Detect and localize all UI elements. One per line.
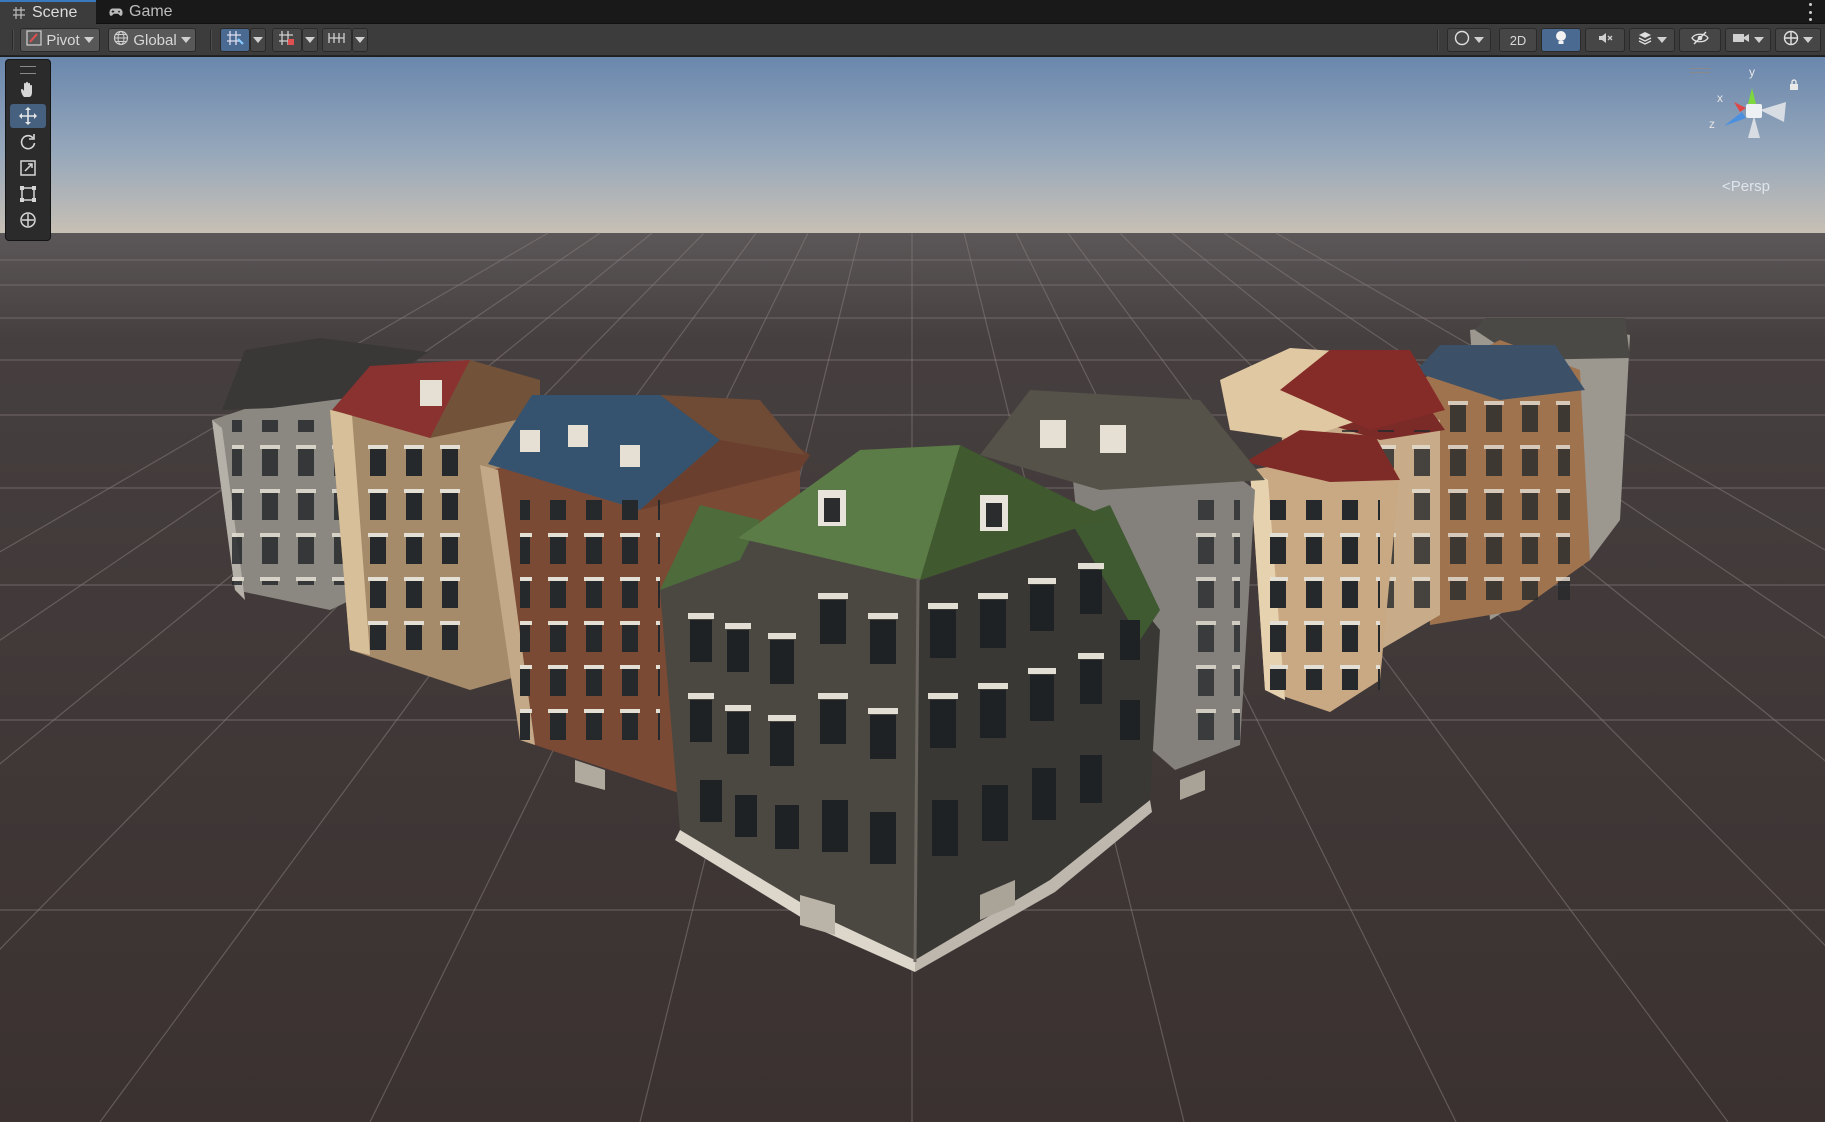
chevron-down-icon — [1754, 37, 1764, 43]
separator — [12, 30, 13, 50]
grid-visibility-button[interactable] — [272, 28, 302, 52]
increment-snap-button[interactable] — [322, 28, 352, 52]
sky — [0, 57, 1825, 234]
tools-overlay — [5, 59, 51, 241]
rotate-tool[interactable] — [10, 130, 46, 154]
shading-sphere-icon — [1454, 30, 1470, 50]
separator — [1437, 30, 1438, 50]
tab-game[interactable]: Game — [97, 0, 185, 24]
gizmo-y-axis[interactable] — [1748, 88, 1756, 104]
grid-snap-icon — [226, 30, 244, 50]
audio-toggle[interactable] — [1585, 28, 1625, 52]
scene-viewport[interactable]: y x z <Persp — [0, 57, 1825, 1122]
layers-icon — [1637, 30, 1653, 50]
globe-icon — [113, 30, 129, 50]
more-options-icon[interactable] — [1807, 3, 1813, 21]
lightbulb-icon — [1554, 30, 1568, 50]
increment-snap-dropdown[interactable] — [352, 28, 368, 52]
rect-icon — [20, 186, 36, 202]
speaker-muted-icon — [1597, 30, 1613, 50]
gizmos-dropdown[interactable] — [1775, 28, 1821, 52]
tab-label: Game — [129, 3, 173, 20]
move-tool[interactable] — [10, 104, 46, 128]
chevron-down-icon — [253, 37, 263, 43]
grid-icon — [12, 6, 26, 20]
gamepad-icon — [109, 5, 123, 19]
separator — [210, 30, 211, 50]
projection-toggle[interactable]: <Persp — [1722, 178, 1770, 195]
chevron-down-icon — [355, 37, 365, 43]
move-icon — [19, 107, 37, 125]
tab-bar: Scene Game — [0, 0, 1825, 24]
transform-icon — [20, 212, 36, 228]
projection-label: Persp — [1730, 178, 1770, 195]
ruler-icon — [328, 31, 346, 49]
scale-tool[interactable] — [10, 156, 46, 180]
scale-icon — [20, 160, 36, 176]
grid-visibility-dropdown[interactable] — [302, 28, 318, 52]
scene-toolbar: Pivot Global 2D — [0, 24, 1825, 56]
gizmo-z-axis[interactable] — [1724, 112, 1746, 126]
camera-dropdown[interactable] — [1725, 28, 1771, 52]
lighting-toggle[interactable] — [1541, 28, 1581, 52]
scene-render — [0, 57, 1825, 1122]
gizmo-y-label: y — [1749, 65, 1755, 79]
gizmo-x-label: x — [1717, 91, 1723, 105]
chevron-down-icon — [1803, 37, 1813, 43]
chevron-left-icon: < — [1722, 178, 1731, 195]
gizmo-globe-icon — [1783, 30, 1799, 50]
overlay-grip[interactable] — [20, 66, 36, 74]
hand-tool[interactable] — [10, 78, 46, 102]
rect-tool[interactable] — [10, 182, 46, 206]
tab-scene[interactable]: Scene — [0, 0, 96, 24]
mode-2d-button[interactable]: 2D — [1499, 28, 1537, 52]
grid-snapping-button[interactable] — [220, 28, 250, 52]
grid-snapping-dropdown[interactable] — [250, 28, 266, 52]
draw-mode-dropdown[interactable] — [1447, 28, 1491, 52]
eye-hidden-icon — [1691, 31, 1709, 49]
pivot-dropdown[interactable]: Pivot — [20, 28, 100, 52]
chevron-down-icon — [305, 37, 315, 43]
chevron-down-icon — [1474, 37, 1484, 43]
global-dropdown[interactable]: Global — [108, 28, 196, 52]
gizmo-z-label: z — [1709, 117, 1715, 131]
chevron-down-icon — [1657, 37, 1667, 43]
global-label: Global — [133, 31, 177, 49]
pivot-label: Pivot — [46, 31, 80, 49]
pivot-icon — [26, 30, 42, 50]
mode-2d-label: 2D — [1509, 32, 1527, 48]
rotate-icon — [20, 134, 36, 150]
chevron-down-icon — [180, 37, 191, 43]
gizmo-x-axis[interactable] — [1734, 102, 1746, 112]
transform-tool[interactable] — [10, 208, 46, 232]
chevron-down-icon — [83, 37, 94, 43]
tab-label: Scene — [32, 4, 78, 21]
hidden-objects-toggle[interactable] — [1679, 28, 1721, 52]
camera-icon — [1732, 31, 1750, 49]
grid-visibility-icon — [278, 30, 296, 50]
hand-icon — [21, 81, 32, 97]
effects-dropdown[interactable] — [1629, 28, 1675, 52]
